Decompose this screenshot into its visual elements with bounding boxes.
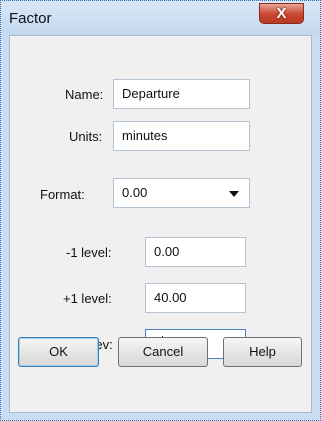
name-field[interactable]: Departure [113,79,250,109]
high-level-label: +1 level: [63,291,112,306]
cancel-button[interactable]: Cancel [118,337,208,367]
chevron-down-icon[interactable] [229,191,239,197]
low-level-label: -1 level: [66,245,112,260]
low-level-field[interactable]: 0.00 [145,237,246,267]
close-button[interactable]: X [259,3,304,24]
format-dropdown[interactable]: 0.00 [113,178,250,208]
dialog-title: Factor [9,10,52,27]
units-field[interactable]: minutes [113,121,250,151]
units-label: Units: [69,129,103,144]
close-icon: X [276,5,287,22]
factor-dialog: Factor X Name: Departure Units: minutes … [0,0,321,421]
ok-button[interactable]: OK [18,337,99,367]
help-button[interactable]: Help [223,337,302,367]
format-label: Format: [40,187,85,202]
high-level-field[interactable]: 40.00 [145,283,246,313]
format-value: 0.00 [122,185,148,200]
name-label: Name: [65,87,104,102]
title-bar[interactable]: Factor X [1,1,320,35]
